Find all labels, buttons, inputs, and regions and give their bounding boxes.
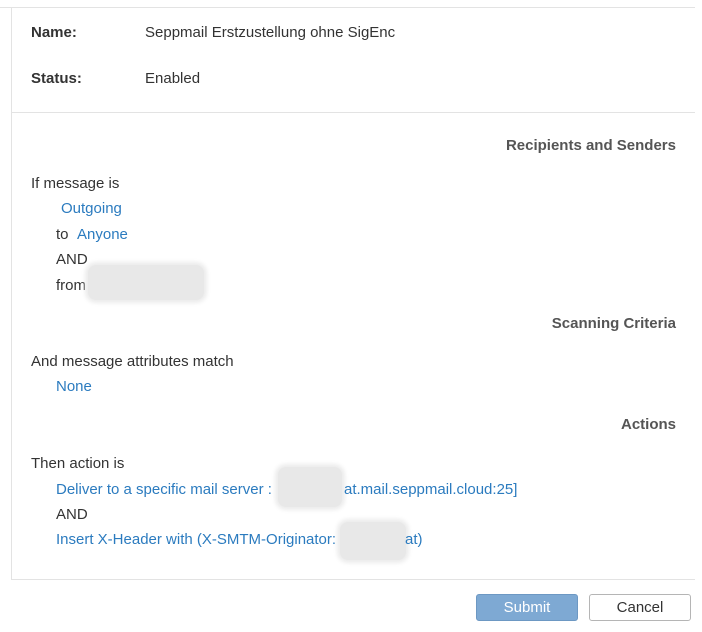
to-anyone-link[interactable]: Anyone: [77, 226, 128, 243]
submit-button[interactable]: Submit: [476, 594, 578, 621]
summary-divider: [11, 112, 695, 113]
actions-and-label: AND: [56, 506, 88, 523]
status-value: Enabled: [145, 70, 201, 87]
recipients-section-header: Recipients and Senders: [505, 137, 676, 154]
status-label: Status:: [31, 70, 82, 87]
insert-header-prefix: Insert X-Header with (X-SMTM-Originator:: [56, 531, 337, 548]
footer-divider: [11, 579, 695, 580]
and-label: AND: [56, 251, 88, 268]
deliver-action-link[interactable]: Deliver to a specific mail server :: [56, 481, 272, 498]
to-label: to: [56, 226, 69, 243]
deliver-action-prefix: Deliver to a specific mail server :: [56, 481, 272, 498]
scanning-section-header: Scanning Criteria: [551, 315, 676, 332]
redacted-sender: [88, 265, 204, 300]
direction-link[interactable]: Outgoing: [61, 200, 122, 217]
rule-summary-page: Name: Seppmail Erstzustellung ohne SigEn…: [0, 0, 702, 632]
from-label: from: [56, 277, 86, 294]
scanning-none-link[interactable]: None: [56, 378, 92, 395]
name-value: Seppmail Erstzustellung ohne SigEnc: [145, 24, 396, 41]
insert-header-action-link[interactable]: Insert X-Header with (X-SMTM-Originator:: [56, 531, 336, 548]
redacted-mail-server: [278, 467, 342, 507]
deliver-action-suffix[interactable]: at.mail.seppmail.cloud:25]: [344, 481, 517, 498]
left-border: [11, 7, 12, 579]
recipients-intro: If message is: [31, 175, 120, 192]
actions-intro: Then action is: [31, 455, 125, 472]
redacted-originator: [340, 522, 406, 560]
name-label: Name:: [31, 24, 77, 41]
cancel-button[interactable]: Cancel: [589, 594, 691, 621]
insert-header-suffix[interactable]: at): [405, 531, 423, 548]
actions-section-header: Actions: [620, 416, 676, 433]
scanning-intro: And message attributes match: [31, 353, 234, 370]
top-border: [0, 7, 695, 8]
